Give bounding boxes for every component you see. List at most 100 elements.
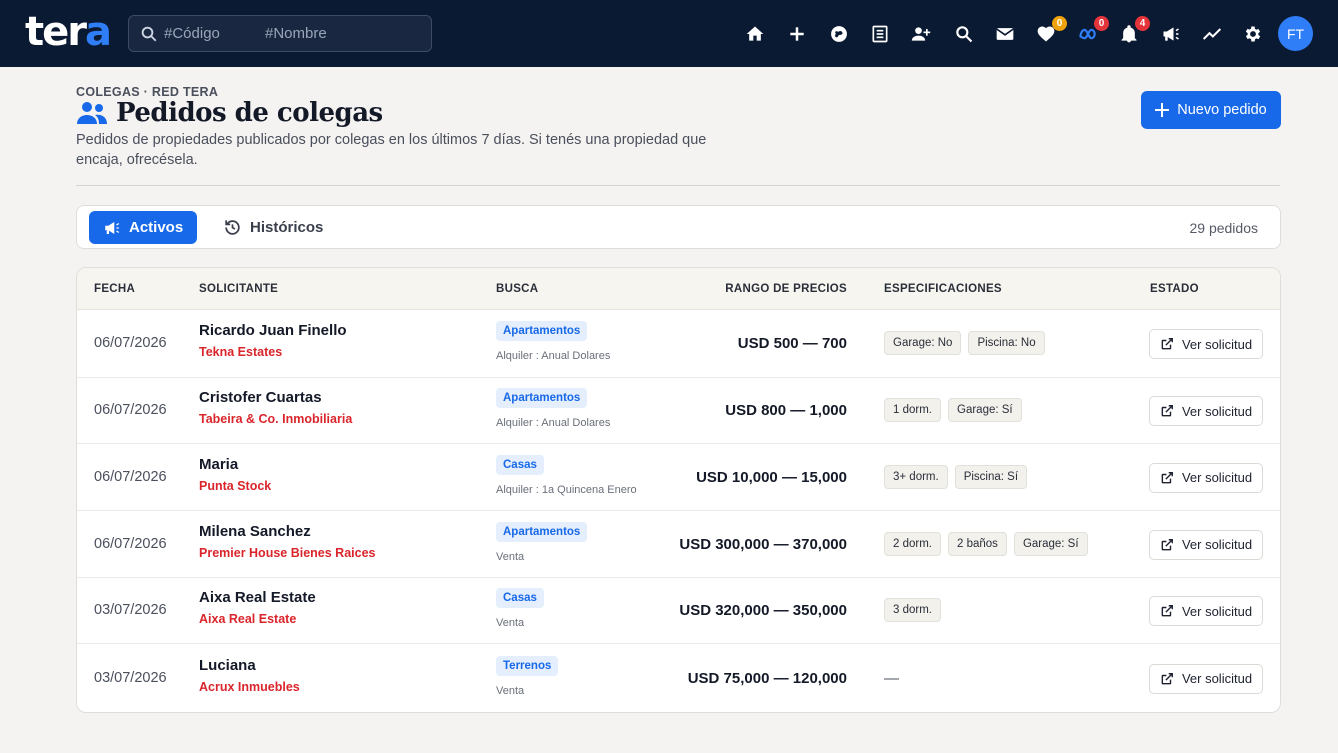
view-request-label: Ver solicitud <box>1181 336 1253 352</box>
operation-type: Venta <box>496 617 525 629</box>
view-request-button[interactable]: Ver solicitud <box>1149 462 1263 493</box>
codigo-search-input[interactable] <box>164 16 259 51</box>
operation-type: Venta <box>496 550 525 563</box>
header-estado: ESTADO <box>1150 283 1199 295</box>
view-request-label: Ver solicitud <box>1181 603 1253 619</box>
operation-type: Alquiler : Anual Dolares <box>496 417 611 429</box>
row-date: 06/07/2026 <box>94 335 167 351</box>
requester-agency[interactable]: Tabeira & Co. Inmobiliaria <box>199 412 352 426</box>
status-tabs: Activos Históricos 29 pedidos <box>76 205 1281 249</box>
table-header: FECHA SOLICITANTE BUSCA RANGO DE PRECIOS… <box>77 268 1280 310</box>
view-request-button[interactable]: Ver solicitud <box>1149 396 1263 426</box>
open-external-icon <box>1161 538 1173 550</box>
price-range: USD 300,000 — 370,000 <box>679 535 847 553</box>
spec-tag: 2 baños <box>948 531 1007 556</box>
price-range: USD 500 — 700 <box>737 335 847 352</box>
home-icon[interactable] <box>744 23 766 45</box>
divider <box>76 185 1280 186</box>
view-request-button[interactable]: Ver solicitud <box>1149 529 1263 560</box>
search-nav-icon[interactable] <box>953 23 975 45</box>
spec-tag: Garage: Sí <box>948 398 1022 422</box>
tab-historicos-label: Históricos <box>250 219 324 236</box>
mail-icon[interactable] <box>994 23 1016 45</box>
meta-icon[interactable]: 0 <box>1077 16 1109 45</box>
view-request-label: Ver solicitud <box>1181 671 1253 686</box>
search-icon <box>141 26 157 42</box>
spec-tags: 2 dorm. 2 baños Garage: Sí <box>884 531 1088 556</box>
header-rango: RANGO DE PRECIOS <box>725 283 847 295</box>
open-external-icon <box>1161 605 1173 617</box>
top-navbar: tera 0 0 4 FT <box>0 0 1338 67</box>
trending-icon[interactable] <box>1201 23 1223 45</box>
spec-tags: 3 dorm. <box>884 598 941 622</box>
search-bar <box>128 15 432 52</box>
tab-activos-label: Activos <box>129 219 184 236</box>
price-range: USD 75,000 — 120,000 <box>687 669 847 687</box>
requester-agency[interactable]: Tekna Estates <box>199 345 282 359</box>
row-date: 06/07/2026 <box>94 535 167 552</box>
favorites-badge: 0 <box>1052 16 1067 31</box>
notifications-badge: 4 <box>1135 16 1150 31</box>
page-description: Pedidos de propiedades publicados por co… <box>76 132 707 168</box>
history-icon <box>225 220 240 235</box>
spec-tag: Garage: No <box>884 331 962 355</box>
operation-type: Venta <box>496 684 525 697</box>
notifications-icon[interactable]: 4 <box>1118 16 1150 45</box>
header-fecha: FECHA <box>94 283 136 295</box>
view-request-button[interactable]: Ver solicitud <box>1149 663 1263 694</box>
header-busca: BUSCA <box>496 283 539 295</box>
price-range: USD 320,000 — 350,000 <box>679 602 847 619</box>
user-avatar[interactable]: FT <box>1278 16 1313 51</box>
megaphone-icon[interactable] <box>1160 23 1182 45</box>
view-request-button[interactable]: Ver solicitud <box>1149 329 1263 359</box>
tab-activos[interactable]: Activos <box>89 211 198 244</box>
favorites-icon[interactable]: 0 <box>1035 16 1067 45</box>
header-especificaciones: ESPECIFICACIONES <box>884 283 1002 295</box>
operation-type: Alquiler : Anual Dolares <box>496 350 611 362</box>
requester-name[interactable]: Cristofer Cuartas <box>199 389 322 406</box>
view-request-label: Ver solicitud <box>1181 537 1253 552</box>
table-row: 06/07/2026 Cristofer Cuartas Tabeira & Co.… <box>77 378 1280 444</box>
globe-icon[interactable] <box>828 23 850 45</box>
requester-name[interactable]: Aixa Real Estate <box>199 589 316 606</box>
spec-tag: Piscina: Sí <box>954 464 1028 489</box>
requester-agency[interactable]: Aixa Real Estate <box>199 612 296 626</box>
requester-agency[interactable]: Premier House Bienes Raices <box>199 546 375 560</box>
requester-name[interactable]: Maria <box>199 456 238 473</box>
spec-tag: Piscina: No <box>968 331 1045 355</box>
row-date: 03/07/2026 <box>94 602 167 618</box>
open-external-icon <box>1161 471 1173 483</box>
requester-name[interactable]: Luciana <box>199 657 256 674</box>
table-row: 06/07/2026 Ricardo Juan Finello Tekna Esta… <box>77 310 1280 378</box>
table-row: 06/07/2026 Maria Punta Stock Casas Alquiler … <box>77 444 1280 511</box>
spec-tag: 3 dorm. <box>884 598 941 622</box>
no-specs: — <box>884 669 899 687</box>
property-type-badge: Apartamentos <box>496 388 588 408</box>
settings-icon[interactable] <box>1242 23 1264 45</box>
header-solicitante: SOLICITANTE <box>199 283 279 295</box>
new-request-button[interactable]: Nuevo pedido <box>1141 91 1281 129</box>
requester-agency[interactable]: Punta Stock <box>199 479 271 493</box>
add-user-icon[interactable] <box>910 23 932 45</box>
row-date: 06/07/2026 <box>94 468 167 485</box>
property-type-badge: Apartamentos <box>496 521 588 542</box>
tera-logo[interactable]: tera <box>25 10 112 54</box>
requester-agency[interactable]: Acrux Inmuebles <box>199 680 300 694</box>
table-row: 03/07/2026 Luciana Acrux Inmuebles Terrenos… <box>77 644 1280 712</box>
requester-name[interactable]: Milena Sanchez <box>199 523 311 540</box>
requester-name[interactable]: Ricardo Juan Finello <box>199 322 347 339</box>
table-row: 06/07/2026 Milena Sanchez Premier House Bi… <box>77 511 1280 578</box>
view-request-button[interactable]: Ver solicitud <box>1149 596 1263 626</box>
open-external-icon <box>1161 338 1173 350</box>
add-icon[interactable] <box>786 23 808 45</box>
requests-table: FECHA SOLICITANTE BUSCA RANGO DE PRECIOS… <box>76 267 1281 713</box>
page-title-row: Pedidos de colegas <box>76 98 383 128</box>
tab-historicos[interactable]: Históricos <box>209 211 337 244</box>
breadcrumb: COLEGAS · RED TERA <box>76 85 219 99</box>
property-type-badge: Apartamentos <box>496 321 588 341</box>
row-date: 03/07/2026 <box>94 669 167 686</box>
colleagues-icon <box>77 102 107 124</box>
listing-icon[interactable] <box>869 23 891 45</box>
open-external-icon <box>1161 405 1173 417</box>
nombre-search-input[interactable] <box>265 16 425 51</box>
